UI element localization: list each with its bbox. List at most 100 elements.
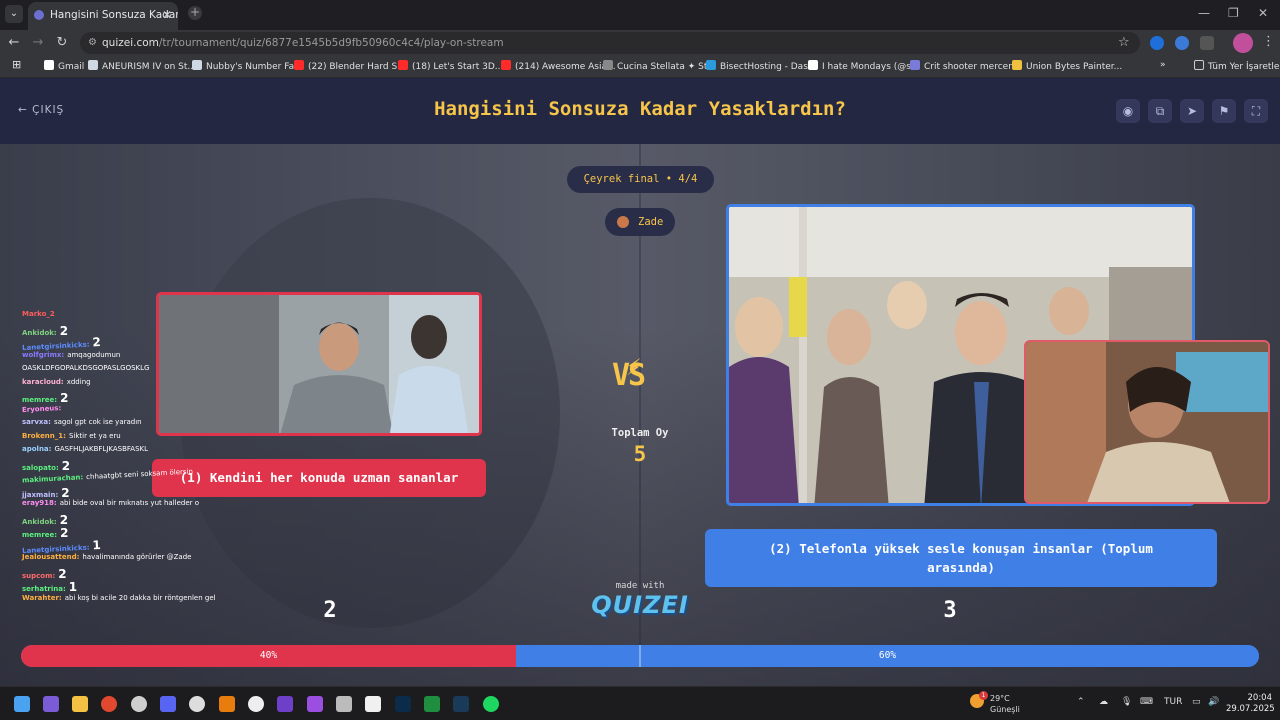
bookmark-item[interactable]: (18) Let's Start 3D... [398,60,503,72]
weather-desc: Güneşli [990,705,1020,714]
chat-username: karacloud: [22,377,64,386]
tab-favicon-icon [34,10,44,20]
reload-icon[interactable]: ↻ [54,35,70,50]
total-votes-value: 5 [633,442,647,466]
chat-text: amqagodumun [67,350,121,359]
copy-icon[interactable]: ⧉ [1148,99,1172,123]
keyboard-icon[interactable]: ⌨ [1140,697,1153,707]
chat-vote-number: 2 [92,334,102,350]
bookmark-item[interactable]: (22) Blender Hard S... [294,60,406,72]
discord-icon[interactable] [160,696,176,712]
chat-message: Marko_2 [22,310,58,318]
new-tab-button[interactable]: + [188,6,202,20]
option-2-vote-count: 3 [943,598,957,623]
minimize-icon[interactable]: — [1198,6,1210,20]
unity-icon[interactable] [336,696,352,712]
bookmark-item[interactable]: Gmail [44,60,84,72]
send-icon[interactable]: ➤ [1180,99,1204,123]
back-icon[interactable]: ← [6,35,22,50]
quizei-logo[interactable]: QUIZEI [580,591,700,619]
bookmark-label: ANEURISM IV on St... [102,62,196,72]
bookmark-item[interactable]: Cucina Stellata ✦ St... [603,60,716,72]
extension-icon[interactable] [1150,36,1164,50]
chat-message: OASKLDFGOPALKDSGOPASLGOSKLG [22,364,149,372]
visual-studio-icon[interactable] [307,696,323,712]
chat-message: karacloud: xdding [22,378,91,386]
all-bookmarks-folder[interactable]: Tüm Yer İşaretleri [1194,60,1280,72]
bookmark-favicon-icon [808,60,818,70]
chat-vote-number: 1 [92,537,102,552]
extensions-puzzle-icon[interactable] [1200,36,1214,50]
github-icon[interactable] [277,696,293,712]
file-explorer-icon[interactable] [72,696,88,712]
bookmark-item[interactable]: Nubby's Number Fa... [192,60,303,72]
network-icon[interactable]: ▭ [1192,697,1201,707]
fullscreen-icon[interactable]: ⛶ [1244,99,1268,123]
photoshop-icon[interactable] [395,696,411,712]
forward-icon[interactable]: → [30,35,46,50]
copilot-icon[interactable] [43,696,59,712]
app-icon[interactable] [365,696,381,712]
chat-text: GASFHLJAKBFLJKASBFASKL [54,445,149,453]
chat-username: serhatrina: [22,585,66,593]
apps-grid-icon[interactable]: ⊞ [12,58,21,71]
folder-icon [1194,60,1204,70]
flag-icon[interactable]: ⚑ [1212,99,1236,123]
browser-tab[interactable]: Hangisini Sonsuza Kadar Yasakl ✕ [28,2,178,30]
language-indicator[interactable]: TUR [1164,697,1182,707]
profile-avatar[interactable] [1233,33,1253,53]
chrome-icon[interactable] [101,696,117,712]
github-desktop-icon[interactable] [189,696,205,712]
user-avatar [617,216,629,228]
user-name: Zade [638,216,664,228]
mic-icon[interactable]: 🎙 [1121,697,1132,707]
bookmark-star-icon[interactable]: ☆ [1118,35,1130,50]
tray-chevron-icon[interactable]: ⌃ [1077,697,1085,707]
chat-vote-number: 2 [60,526,69,540]
bookmark-label: Nubby's Number Fa... [206,62,303,72]
chat-vote-number: 2 [60,391,69,405]
volume-icon[interactable]: 🔊 [1208,697,1219,707]
chat-message: Ankidok: 2 [22,513,68,527]
bookmark-label: (22) Blender Hard S... [308,62,406,72]
url-field[interactable]: ⚙ quizei.com/tr/tournament/quiz/6877e154… [80,32,1140,54]
onedrive-icon[interactable]: ☁ [1099,697,1108,707]
url-host: quizei.com [102,37,159,49]
bookmark-item[interactable]: (214) Awesome Asia... [501,60,616,72]
bookmark-item[interactable]: Crit shooter mercen... [910,60,1023,72]
bookmark-label: BisectHosting - Das... [720,62,817,72]
start-icon[interactable] [14,696,30,712]
obs-icon[interactable] [131,696,147,712]
close-tab-icon[interactable]: ✕ [162,2,172,28]
chat-username: memree: [22,396,58,404]
bookmark-item[interactable]: Union Bytes Painter... [1012,60,1122,72]
extension-icon[interactable] [1175,36,1189,50]
weather-widget[interactable]: 29°C Güneşli [990,693,1020,715]
site-info-icon[interactable]: ⚙ [88,32,97,54]
bookmark-item[interactable]: BisectHosting - Das... [706,60,816,72]
pycharm-icon[interactable] [424,696,440,712]
system-clock[interactable]: 20:04 29.07.2025 [1226,693,1275,715]
close-window-icon[interactable]: ✕ [1258,6,1268,20]
chat-message: Brokenn_1: Siktir et ya eru [22,432,121,440]
bookmark-item[interactable]: I hate Mondays (@s... [808,60,920,72]
chat-message: salopato: 2 [22,459,70,473]
tab-search-button[interactable]: ⌄ [5,5,23,23]
user-badge: Zade [605,208,675,236]
chat-message: sarvxa: sagol gpt cok ise yaradın [22,418,142,426]
unreal-engine-icon[interactable] [248,696,264,712]
eye-icon[interactable]: ◉ [1116,99,1140,123]
steam-icon[interactable] [453,696,469,712]
blender-icon[interactable] [219,696,235,712]
bookmarks-overflow-icon[interactable]: » [1160,60,1166,70]
bookmark-label: (214) Awesome Asia... [515,62,616,72]
bookmark-item[interactable]: ANEURISM IV on St... [88,60,196,72]
more-menu-icon[interactable]: ⋮ [1262,34,1275,49]
chat-username: eray918: [22,499,57,507]
chat-username: memree: [22,531,58,539]
option-2-button[interactable]: (2) Telefonla yüksek sesle konuşan insan… [705,529,1217,587]
restore-icon[interactable]: ❐ [1228,6,1239,20]
spotify-icon[interactable] [483,696,499,712]
vote-percent-option-1: 40% [259,650,278,661]
vote-percent-option-2: 60% [878,650,897,661]
